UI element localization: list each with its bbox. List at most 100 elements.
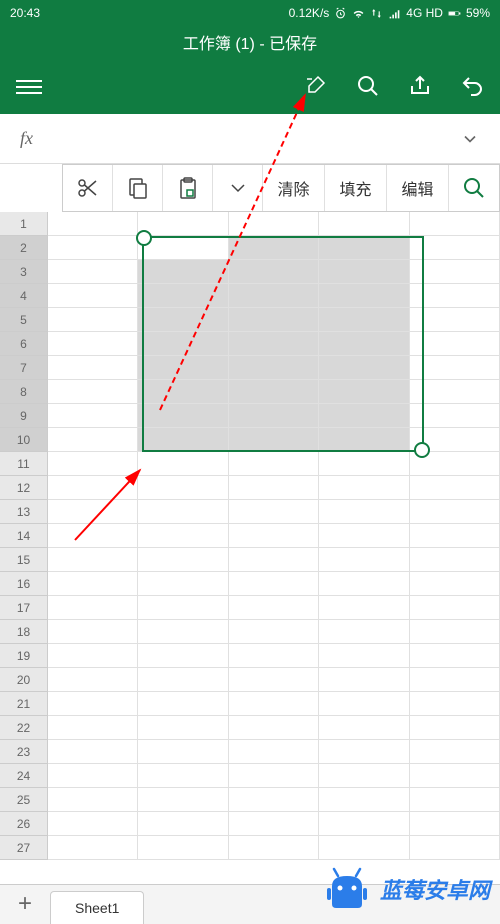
cell[interactable] [48,572,138,596]
row-header[interactable]: 19 [0,644,48,668]
row-header[interactable]: 1 [0,212,48,236]
cut-button[interactable] [63,165,113,211]
cell[interactable] [48,716,138,740]
cell[interactable] [410,284,500,308]
row-header[interactable]: 23 [0,740,48,764]
cell[interactable] [229,524,319,548]
cell[interactable] [410,692,500,716]
cell[interactable] [410,788,500,812]
cell[interactable] [229,452,319,476]
cell[interactable] [319,428,409,452]
row-header[interactable]: 5 [0,308,48,332]
row-header[interactable]: 21 [0,692,48,716]
row-header[interactable]: 8 [0,380,48,404]
cell[interactable] [229,260,319,284]
cell[interactable] [138,332,228,356]
cell[interactable] [138,692,228,716]
row-header[interactable]: 25 [0,788,48,812]
edit-icon[interactable] [304,74,328,98]
cell[interactable] [410,308,500,332]
cell[interactable] [229,788,319,812]
cell[interactable] [48,668,138,692]
cell[interactable] [229,812,319,836]
cell[interactable] [229,620,319,644]
cell[interactable] [48,476,138,500]
chevron-down-icon[interactable] [460,129,480,149]
cell[interactable] [319,740,409,764]
cell[interactable] [319,764,409,788]
cell[interactable] [410,572,500,596]
cell[interactable] [319,596,409,620]
row-header[interactable]: 6 [0,332,48,356]
cell[interactable] [229,548,319,572]
cell[interactable] [229,764,319,788]
cell[interactable] [229,428,319,452]
row-header[interactable]: 14 [0,524,48,548]
cell[interactable] [138,668,228,692]
row-header[interactable]: 11 [0,452,48,476]
cell[interactable] [319,788,409,812]
row-header[interactable]: 2 [0,236,48,260]
cell[interactable] [229,596,319,620]
row-header[interactable]: 13 [0,500,48,524]
cell[interactable] [319,452,409,476]
cell[interactable] [410,620,500,644]
cell[interactable] [410,260,500,284]
cell[interactable] [138,476,228,500]
cell[interactable] [138,500,228,524]
cell[interactable] [138,764,228,788]
formula-input[interactable] [33,131,460,147]
cell[interactable] [410,428,500,452]
cell[interactable] [229,692,319,716]
cell[interactable] [138,356,228,380]
cell[interactable] [138,284,228,308]
cell[interactable] [138,308,228,332]
cell[interactable] [48,740,138,764]
cell[interactable] [138,404,228,428]
cell[interactable] [138,740,228,764]
cell[interactable] [410,212,500,236]
cell[interactable] [410,764,500,788]
cell[interactable] [138,212,228,236]
edit-button[interactable]: 编辑 [387,165,449,211]
fill-button[interactable]: 填充 [325,165,387,211]
row-header[interactable]: 3 [0,260,48,284]
cell[interactable] [138,620,228,644]
cell[interactable] [410,836,500,860]
share-icon[interactable] [408,74,432,98]
cell[interactable] [138,572,228,596]
cell[interactable] [319,260,409,284]
cell[interactable] [48,644,138,668]
undo-icon[interactable] [460,74,484,98]
cell[interactable] [138,836,228,860]
cell[interactable] [48,428,138,452]
cell[interactable] [319,548,409,572]
cell[interactable] [138,452,228,476]
cell[interactable] [410,404,500,428]
cell[interactable] [410,644,500,668]
cell[interactable] [229,644,319,668]
cell[interactable] [319,716,409,740]
cell[interactable] [138,260,228,284]
cell[interactable] [48,836,138,860]
row-header[interactable]: 16 [0,572,48,596]
cell[interactable] [229,380,319,404]
cell[interactable] [138,812,228,836]
cell[interactable] [229,404,319,428]
cell[interactable] [319,332,409,356]
cell[interactable] [319,308,409,332]
cell[interactable] [48,524,138,548]
cell[interactable] [410,356,500,380]
cell[interactable] [138,548,228,572]
cell[interactable] [319,500,409,524]
cell[interactable] [48,596,138,620]
cell[interactable] [48,452,138,476]
cell[interactable] [410,524,500,548]
cell[interactable] [410,716,500,740]
row-header[interactable]: 4 [0,284,48,308]
row-header[interactable]: 9 [0,404,48,428]
cell[interactable] [229,572,319,596]
cell[interactable] [48,548,138,572]
expand-menu-button[interactable] [213,165,263,211]
cell[interactable] [229,212,319,236]
